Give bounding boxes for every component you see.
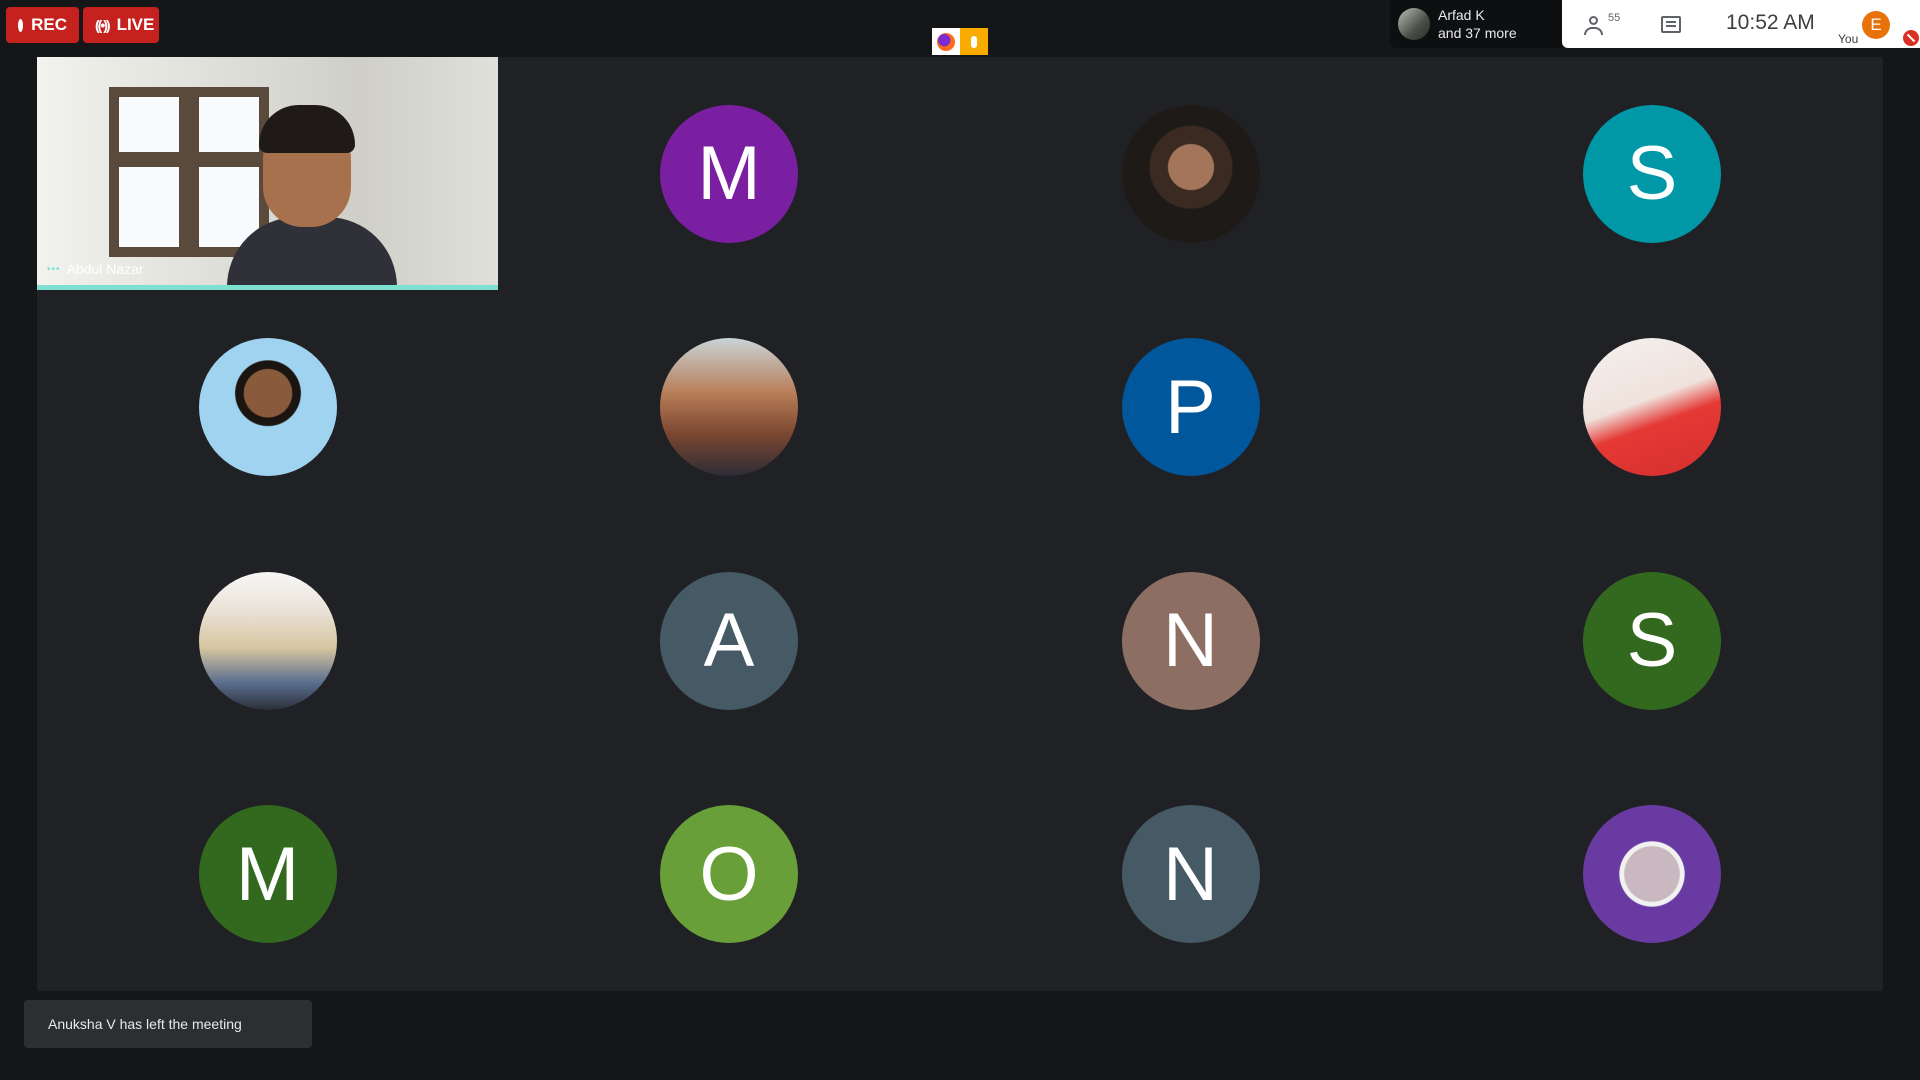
participant-initial-avatar: N xyxy=(1121,805,1260,943)
people-icon xyxy=(1584,16,1604,35)
participant-photo-avatar xyxy=(198,338,337,476)
speaker-name-tag: ••• Abdul Nazar xyxy=(47,261,144,277)
record-dot-icon xyxy=(18,18,24,32)
meeting-clock: 10:52 AM xyxy=(1726,11,1815,34)
participant-tile[interactable] xyxy=(37,524,498,757)
participant-photo-avatar xyxy=(660,338,798,476)
participant-tile[interactable] xyxy=(960,57,1421,290)
chat-icon[interactable] xyxy=(1661,16,1681,33)
microphone-active-icon xyxy=(960,28,988,55)
participant-tile[interactable] xyxy=(1422,291,1883,524)
participant-photo-avatar xyxy=(1583,805,1721,943)
self-avatar[interactable]: E xyxy=(1862,11,1890,39)
speaker-figure xyxy=(227,97,397,285)
presenter-avatar xyxy=(1398,8,1430,40)
toast-message: Anuksha V has left the meeting xyxy=(48,1016,242,1032)
broadcast-icon: ((•)) xyxy=(95,17,111,33)
participant-tile[interactable]: N xyxy=(960,758,1421,991)
participant-initial-avatar: S xyxy=(1583,104,1721,243)
participant-tile[interactable]: M xyxy=(37,758,498,991)
audio-level-icon: ••• xyxy=(47,263,61,275)
participant-tile[interactable] xyxy=(499,291,960,524)
participant-initial-avatar: O xyxy=(660,805,798,943)
mic-muted-icon xyxy=(1903,30,1919,46)
participant-tile[interactable]: M xyxy=(499,57,960,290)
participant-initial-avatar: P xyxy=(1121,338,1260,476)
rec-label: REC xyxy=(31,15,67,34)
firefox-icon xyxy=(932,28,960,55)
live-label: LIVE xyxy=(116,15,155,34)
participant-tile[interactable]: S xyxy=(1422,57,1883,290)
participant-tile[interactable]: S xyxy=(1422,524,1883,757)
participant-tile[interactable] xyxy=(1422,758,1883,991)
participant-initial-avatar: M xyxy=(198,805,337,943)
meeting-info-panel: 55 10:52 AM E You xyxy=(1562,0,1920,48)
presenter-summary[interactable]: Arfad K and 37 more xyxy=(1390,0,1562,48)
participant-tile[interactable] xyxy=(37,291,498,524)
main-video-tile[interactable]: ••• Abdul Nazar xyxy=(37,57,498,290)
people-button[interactable]: 55 xyxy=(1584,12,1624,38)
participant-tile[interactable]: A xyxy=(499,524,960,757)
people-count: 55 xyxy=(1608,12,1621,24)
participant-tile[interactable]: O xyxy=(499,758,960,991)
top-bar: REC ((•)) LIVE Arfad K and 37 more 55 10… xyxy=(0,0,1920,56)
live-indicator[interactable]: ((•)) LIVE xyxy=(83,7,159,43)
presenter-more: and 37 more xyxy=(1438,25,1517,41)
recording-indicator[interactable]: REC xyxy=(6,7,79,43)
notification-toast: Anuksha V has left the meeting xyxy=(24,1000,312,1048)
participant-tile[interactable]: N xyxy=(960,524,1421,757)
participant-initial-avatar: M xyxy=(660,104,798,243)
participant-photo-avatar xyxy=(1583,338,1721,476)
speaker-name: Abdul Nazar xyxy=(66,261,144,277)
presenter-name: Arfad K xyxy=(1438,7,1485,23)
participant-initial-avatar: N xyxy=(1121,571,1260,710)
participant-initial-avatar: A xyxy=(660,571,798,710)
participant-photo-avatar xyxy=(198,571,337,710)
participant-tile[interactable]: P xyxy=(960,291,1421,524)
participant-photo-avatar xyxy=(1121,104,1260,243)
participant-initial-avatar: S xyxy=(1583,571,1721,710)
participant-grid: ••• Abdul Nazar M S P A N S M O N xyxy=(37,57,1883,991)
screen-share-indicator[interactable] xyxy=(932,28,988,55)
self-label: You xyxy=(1838,32,1859,46)
